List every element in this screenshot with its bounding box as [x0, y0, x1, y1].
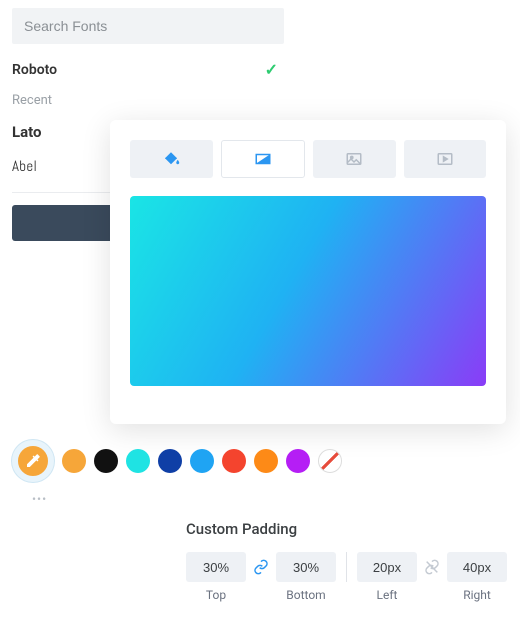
tab-gradient[interactable] — [221, 140, 306, 178]
label-bottom: Bottom — [276, 588, 336, 602]
eyedropper-button[interactable] — [12, 440, 54, 482]
check-icon: ✓ — [265, 60, 278, 79]
swatch-cyan[interactable] — [126, 449, 150, 473]
label-top: Top — [186, 588, 246, 602]
swatch-navy[interactable] — [158, 449, 182, 473]
divider — [346, 552, 347, 582]
swatch-magenta[interactable] — [286, 449, 310, 473]
unlink-horizontal-icon[interactable] — [421, 559, 443, 575]
more-dots-icon[interactable]: ••• — [32, 492, 47, 506]
swatch-amber[interactable] — [254, 449, 278, 473]
background-tabs — [130, 140, 486, 178]
video-icon — [436, 150, 454, 168]
image-icon — [345, 150, 363, 168]
tab-fill[interactable] — [130, 140, 213, 178]
tab-image[interactable] — [313, 140, 396, 178]
padding-left-input[interactable] — [357, 552, 417, 582]
color-swatch-row — [12, 440, 342, 482]
swatch-red[interactable] — [222, 449, 246, 473]
eyedropper-icon — [24, 452, 42, 470]
font-name: Lato — [12, 123, 42, 141]
swatch-blue[interactable] — [190, 449, 214, 473]
font-name: Abel — [12, 157, 37, 176]
search-fonts-input[interactable] — [12, 8, 284, 44]
font-name: Roboto — [12, 62, 57, 78]
padding-title: Custom Padding — [186, 520, 507, 538]
recent-label: Recent — [12, 87, 278, 114]
padding-bottom-input[interactable] — [276, 552, 336, 582]
label-left: Left — [357, 588, 417, 602]
swatch-black[interactable] — [94, 449, 118, 473]
swatch-none[interactable] — [318, 449, 342, 473]
gradient-icon — [254, 150, 272, 168]
padding-top-input[interactable] — [186, 552, 246, 582]
background-popover — [110, 120, 506, 424]
padding-right-input[interactable] — [447, 552, 507, 582]
swatch-orange[interactable] — [62, 449, 86, 473]
font-row-selected[interactable]: Roboto ✓ — [12, 52, 278, 87]
label-right: Right — [447, 588, 507, 602]
link-vertical-icon[interactable] — [250, 559, 272, 575]
tab-video[interactable] — [404, 140, 487, 178]
paint-bucket-icon — [162, 150, 180, 168]
custom-padding-section: Custom Padding Top Bottom Left Right — [186, 520, 507, 602]
gradient-preview[interactable] — [130, 196, 486, 386]
